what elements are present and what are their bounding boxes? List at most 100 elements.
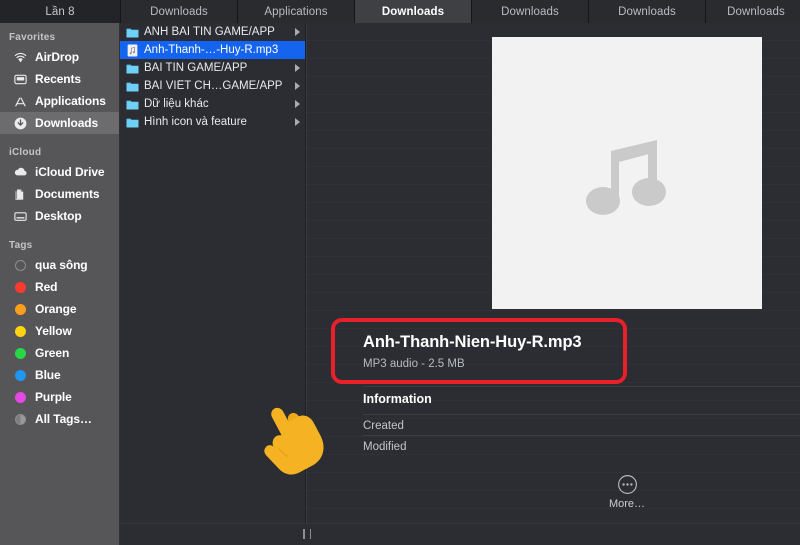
sidebar-section-icloud-header: iCloud — [0, 134, 119, 161]
sidebar-item-label: Green — [35, 346, 69, 360]
chevron-right-icon — [295, 82, 300, 90]
file-thumbnail — [492, 37, 762, 309]
airdrop-icon — [12, 49, 29, 66]
tab-label: Downloads — [382, 6, 444, 18]
sidebar-item-label: Blue — [35, 368, 61, 382]
table-row[interactable]: BÀI VIẾT CH…GAME/APP — [120, 77, 305, 95]
tab-downloads-active[interactable]: Downloads — [355, 0, 472, 23]
tab-label: Downloads — [618, 6, 676, 18]
tab-label: Downloads — [727, 6, 785, 18]
more-button[interactable]: More… — [593, 474, 661, 510]
sidebar-item-recents[interactable]: Recents — [0, 68, 119, 90]
sidebar-section-favorites-header: Favorites — [0, 23, 119, 46]
info-row-modified: Modified — [363, 435, 800, 457]
tab-downloads-2[interactable]: Downloads — [472, 0, 589, 23]
sidebar-tag-qua-song[interactable]: qua sông — [0, 254, 119, 276]
downloads-icon — [12, 115, 29, 132]
ellipsis-circle-icon — [617, 474, 638, 495]
sidebar-item-label: Applications — [35, 94, 106, 108]
sidebar-item-label: All Tags… — [35, 412, 92, 426]
file-name: ẢNH BÀI TIN GAME/APP — [144, 26, 295, 38]
sidebar-tag-blue[interactable]: Blue — [0, 364, 119, 386]
information-section-title: Information — [363, 392, 432, 406]
sidebar-tag-orange[interactable]: Orange — [0, 298, 119, 320]
table-row[interactable]: Dữ liệu khác — [120, 95, 305, 113]
desktop-icon — [12, 208, 29, 225]
sidebar-tag-yellow[interactable]: Yellow — [0, 320, 119, 342]
table-row[interactable]: Anh-Thanh-…-Huy-R.mp3 — [120, 41, 305, 59]
sidebar: Favorites AirDrop Recents — [0, 23, 120, 545]
sidebar-item-icloud-drive[interactable]: iCloud Drive — [0, 161, 119, 183]
sidebar-tag-purple[interactable]: Purple — [0, 386, 119, 408]
sidebar-item-label: Purple — [35, 390, 72, 404]
folder-icon — [126, 26, 139, 39]
folder-icon — [126, 116, 139, 129]
table-row[interactable]: BÀI TIN GAME/APP — [120, 59, 305, 77]
sidebar-item-label: Orange — [35, 302, 76, 316]
cloud-icon — [12, 164, 29, 181]
table-row[interactable]: ẢNH BÀI TIN GAME/APP — [120, 23, 305, 41]
tag-dot-icon — [12, 345, 29, 362]
info-row-label: Modified — [363, 441, 406, 453]
sidebar-item-label: Recents — [35, 72, 81, 86]
sidebar-item-applications[interactable]: Applications — [0, 90, 119, 112]
tab-bar: Lần 8 Downloads Applications Downloads D… — [0, 0, 800, 23]
sidebar-item-label: qua sông — [35, 258, 88, 272]
more-button-label: More… — [609, 498, 645, 510]
column-resize-handle[interactable] — [303, 529, 311, 539]
info-row-created: Created — [363, 414, 800, 436]
file-name: BÀI TIN GAME/APP — [144, 62, 295, 74]
tab-label: Downloads — [150, 6, 208, 18]
tab-downloads-3[interactable]: Downloads — [589, 0, 706, 23]
sidebar-item-label: AirDrop — [35, 50, 79, 64]
sidebar-item-label: iCloud Drive — [35, 165, 104, 179]
tag-dot-icon — [12, 301, 29, 318]
chevron-right-icon — [295, 28, 300, 36]
tab-downloads-4[interactable]: Downloads — [706, 0, 800, 23]
tag-dot-icon — [12, 389, 29, 406]
applications-icon — [12, 93, 29, 110]
tab-applications[interactable]: Applications — [238, 0, 355, 23]
sidebar-tag-red[interactable]: Red — [0, 276, 119, 298]
file-name: Anh-Thanh-…-Huy-R.mp3 — [144, 44, 305, 56]
audio-file-icon — [126, 44, 139, 57]
tag-dot-icon — [12, 367, 29, 384]
table-row[interactable]: Hình icon và feature — [120, 113, 305, 131]
sidebar-item-desktop[interactable]: Desktop — [0, 205, 119, 227]
tag-dot-icon — [12, 323, 29, 340]
file-name: Hình icon và feature — [144, 116, 295, 128]
file-name: BÀI VIẾT CH…GAME/APP — [144, 80, 295, 92]
folder-icon — [126, 62, 139, 75]
sidebar-item-label: Documents — [35, 187, 99, 201]
folder-icon — [126, 80, 139, 93]
tab-label: Applications — [264, 6, 327, 18]
sidebar-item-documents[interactable]: Documents — [0, 183, 119, 205]
sidebar-section-tags-header: Tags — [0, 227, 119, 254]
folder-icon — [126, 98, 139, 111]
sidebar-item-downloads[interactable]: Downloads — [0, 112, 119, 134]
section-divider — [363, 386, 800, 387]
documents-icon — [12, 186, 29, 203]
tag-dot-icon — [12, 279, 29, 296]
sidebar-item-label: Yellow — [35, 324, 72, 338]
sidebar-item-airdrop[interactable]: AirDrop — [0, 46, 119, 68]
sidebar-tag-green[interactable]: Green — [0, 342, 119, 364]
pointing-hand-emoji-icon — [247, 392, 343, 488]
file-name: Dữ liệu khác — [144, 98, 295, 110]
music-note-icon — [567, 113, 687, 233]
status-bar — [120, 523, 800, 545]
tab-downloads-1[interactable]: Downloads — [121, 0, 238, 23]
finder-window: Lần 8 Downloads Applications Downloads D… — [0, 0, 800, 545]
tab-label: Lần 8 — [45, 6, 74, 18]
file-info-header: Anh-Thanh-Nien-Huy-R.mp3 MP3 audio - 2.5… — [363, 333, 783, 370]
sidebar-tag-all-tags[interactable]: All Tags… — [0, 408, 119, 430]
tab-label: Downloads — [501, 6, 559, 18]
sidebar-item-label: Downloads — [35, 116, 98, 130]
all-tags-dot-icon — [12, 411, 29, 428]
sidebar-item-label: Desktop — [35, 209, 82, 223]
tab-lan-8[interactable]: Lần 8 — [0, 0, 121, 23]
info-row-label: Created — [363, 420, 404, 432]
file-title: Anh-Thanh-Nien-Huy-R.mp3 — [363, 333, 783, 358]
tag-dot-icon — [12, 257, 29, 274]
chevron-right-icon — [295, 118, 300, 126]
